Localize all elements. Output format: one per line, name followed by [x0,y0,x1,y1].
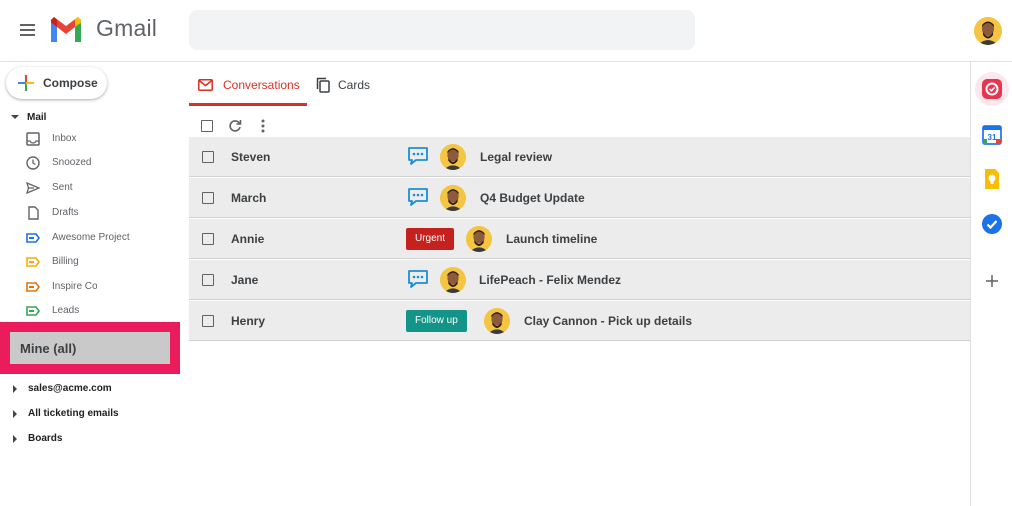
sidebar-item-inspire-co[interactable]: Inspire Co [0,276,180,298]
plus-icon[interactable] [980,269,1004,293]
table-row[interactable]: Steven Legal review [189,137,970,177]
sidebar-item-sent[interactable]: Sent [0,177,180,199]
main-menu-icon[interactable] [16,18,40,42]
calendar-icon[interactable]: 31 [980,123,1004,147]
sidebar-group-label: Boards [28,433,63,444]
chevron-down-icon [11,115,19,119]
chevron-right-icon [13,385,17,393]
sidebar-item-label: Awesome Project [52,232,130,243]
svg-text:31: 31 [988,133,997,142]
more-options-icon[interactable] [255,118,271,134]
chat-icon [407,146,429,166]
row-checkbox[interactable] [202,192,214,204]
sidebar-group-sales[interactable]: sales@acme.com [0,381,180,399]
gmail-logo-icon [51,17,81,42]
inbox-icon [26,132,40,146]
tasks-icon[interactable] [980,212,1004,236]
send-icon [26,181,40,195]
chevron-right-icon [13,410,17,418]
addon-app-icon[interactable] [980,77,1004,101]
avatar [440,185,466,211]
row-subject: LifePeach - Felix Mendez [479,273,622,287]
row-subject: Launch timeline [506,232,598,246]
row-sender: Henry [231,314,266,328]
row-subject: Q4 Budget Update [480,191,585,205]
compose-label: Compose [43,76,98,90]
top-header: Gmail [0,0,1012,62]
label-icon [26,306,40,316]
sidebar-item-label: Inspire Co [52,281,98,292]
row-checkbox[interactable] [202,274,214,286]
mail-section-toggle[interactable]: Mail [0,111,180,125]
status-badge[interactable]: Follow up [406,310,467,332]
sidebar-item-label: Sent [52,182,73,193]
highlight-frame: Mine (all) [0,322,180,374]
label-icon [26,282,40,292]
sidebar-item-leads[interactable]: Leads [0,300,180,322]
sidebar-group-label: All ticketing emails [28,408,119,419]
gmail-window: Gmail Compose Mail Inbox Snoozed Sent Dr… [0,0,1012,506]
sidebar-item-label: Drafts [52,207,79,218]
mail-section-label: Mail [27,112,47,123]
row-subject: Clay Cannon - Pick up details [524,314,693,328]
sidebar-item-label: Mine (all) [20,341,77,356]
table-row[interactable]: Jane LifePeach - Felix Mendez [189,260,970,300]
status-badge[interactable]: Urgent [406,228,455,250]
sidebar-item-label: Snoozed [52,157,92,168]
refresh-icon[interactable] [227,118,243,134]
table-row[interactable]: March Q4 Budget Update [189,178,970,218]
copy-icon [316,77,330,93]
row-sender: Jane [231,273,259,287]
side-panel: 31 [970,62,1012,506]
mail-icon [198,79,213,91]
row-subject: Legal review [480,150,553,164]
clock-icon [26,156,40,170]
chevron-right-icon [13,435,17,443]
sidebar-group-ticketing[interactable]: All ticketing emails [0,406,180,424]
table-row[interactable]: Annie Urgent Launch timeline [189,219,970,259]
chat-icon [407,187,429,207]
compose-button[interactable]: Compose [6,67,107,99]
account-avatar[interactable] [974,17,1002,45]
row-sender: Steven [231,150,271,164]
avatar [466,226,492,252]
row-checkbox[interactable] [202,233,214,245]
sidebar-item-mine-all[interactable]: Mine (all) [10,332,170,364]
sidebar-item-inbox[interactable]: Inbox [0,128,180,150]
avatar [484,308,510,334]
chat-icon [407,269,429,289]
tab-conversations[interactable]: Conversations [189,66,307,106]
sidebar-item-billing[interactable]: Billing [0,251,180,273]
sidebar-item-label: Billing [52,256,79,267]
row-checkbox[interactable] [202,151,214,163]
sidebar-item-snoozed[interactable]: Snoozed [0,152,180,174]
sidebar-item-label: Inbox [52,133,77,144]
tab-cards[interactable]: Cards [312,66,392,106]
draft-icon [28,206,39,220]
avatar [440,267,466,293]
keep-icon[interactable] [980,167,1004,191]
avatar [440,144,466,170]
sidebar-group-boards[interactable]: Boards [0,431,180,449]
row-checkbox[interactable] [202,315,214,327]
table-row[interactable]: Henry Follow up Clay Cannon - Pick up deta… [189,301,970,341]
sidebar-item-awesome-project[interactable]: Awesome Project [0,227,180,249]
label-icon [26,257,40,267]
sidebar-item-drafts[interactable]: Drafts [0,202,180,224]
app-name: Gmail [96,15,158,41]
select-all-checkbox[interactable] [199,118,215,134]
tab-label: Cards [338,78,371,92]
search-input[interactable] [189,10,695,50]
tab-label: Conversations [223,78,300,92]
sidebar-group-label: sales@acme.com [28,383,112,394]
row-sender: March [231,191,267,205]
row-sender: Annie [231,232,265,246]
sidebar-item-label: Leads [52,305,80,316]
plus-icon [18,75,34,91]
label-icon [26,233,40,243]
